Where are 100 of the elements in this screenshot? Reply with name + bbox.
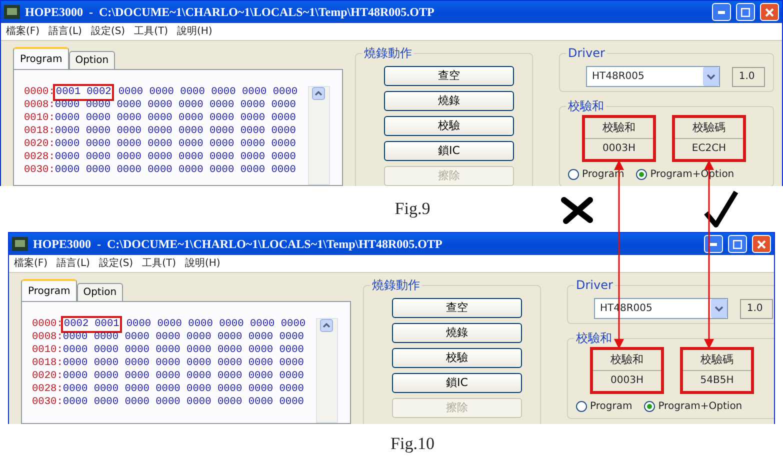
memory-word: 0000	[209, 125, 234, 138]
memory-address: 0020:	[24, 138, 55, 151]
memory-word: 0000	[217, 344, 242, 357]
memory-word: 0000	[186, 331, 212, 344]
memory-address: 0020:	[32, 370, 63, 383]
memory-word: 0000	[279, 370, 304, 383]
memory-word: 0000	[240, 164, 266, 177]
memory-word: 0000	[148, 138, 172, 151]
memory-word: 0000	[86, 164, 111, 177]
memory-word: 0001	[56, 86, 81, 99]
menu-item[interactable]: 設定(S)	[90, 24, 126, 39]
memory-word: 0000	[116, 99, 142, 112]
menu-item[interactable]: 工具(T)	[142, 256, 176, 271]
menu-item[interactable]: 說明(H)	[185, 256, 220, 271]
checksum-value: EC2CH	[690, 142, 728, 156]
memory-word: 0000	[62, 383, 88, 396]
memory-word: 0000	[156, 344, 180, 357]
memory-word: 0000	[271, 112, 296, 125]
close-button[interactable]	[760, 3, 779, 21]
action-button[interactable]: 鎖IC	[392, 373, 522, 393]
action-button[interactable]: 燒錄	[384, 91, 514, 111]
memory-word: 0000	[148, 164, 172, 177]
memory-word: 0000	[116, 151, 142, 164]
action-button[interactable]: 校驗	[392, 348, 522, 368]
action-button[interactable]: 查空	[384, 66, 514, 86]
app-icon	[4, 5, 20, 19]
checksum-label: 校驗碼	[683, 350, 751, 371]
maximize-button[interactable]	[736, 3, 755, 21]
memory-word: 0000	[186, 344, 212, 357]
checksum-label: 校驗碼	[675, 118, 743, 139]
close-button[interactable]	[752, 235, 771, 253]
memory-word: 0000	[209, 138, 234, 151]
memory-word: 0000	[240, 138, 266, 151]
memory-word: 0000	[271, 138, 296, 151]
memory-word: 0000	[116, 164, 142, 177]
memory-word: 0000	[279, 344, 304, 357]
action-button[interactable]: 鎖IC	[384, 141, 514, 161]
scroll-up-icon[interactable]	[312, 87, 326, 100]
app-icon	[12, 237, 28, 251]
memory-word: 0000	[94, 370, 119, 383]
minimize-button[interactable]	[712, 3, 731, 21]
radio-button[interactable]	[568, 169, 579, 180]
scroll-up-icon[interactable]	[320, 319, 334, 332]
tab[interactable]: Option	[69, 51, 115, 69]
memory-word: 0000	[279, 396, 304, 409]
memory-word: 0000	[54, 112, 80, 125]
memory-address: 0000:	[24, 86, 55, 99]
radio-label: Program+Option	[658, 400, 742, 414]
memory-word: 0000	[124, 331, 150, 344]
action-button[interactable]: 燒錄	[392, 323, 522, 343]
minimize-icon	[710, 242, 717, 246]
memory-word: 0000	[186, 396, 212, 409]
memory-word: 0000	[94, 396, 119, 409]
memory-address: 0018:	[32, 357, 63, 370]
menu-item[interactable]: 檔案(F)	[14, 256, 48, 271]
maximize-icon	[741, 8, 750, 16]
radio-option[interactable]: Program	[576, 399, 632, 414]
driver-dropdown[interactable]: HT48R005	[586, 66, 720, 87]
memory-word: 0000	[248, 383, 274, 396]
memory-word: 0000	[178, 151, 204, 164]
memory-word: 0000	[94, 357, 119, 370]
menu-item[interactable]: 設定(S)	[98, 256, 134, 271]
tab[interactable]: Program	[13, 47, 70, 70]
radio-button[interactable]	[636, 169, 648, 180]
action-button[interactable]: 查空	[392, 298, 522, 318]
maximize-icon	[733, 240, 742, 248]
maximize-button[interactable]	[728, 235, 747, 253]
radio-button[interactable]	[644, 401, 656, 412]
scrollbar[interactable]	[308, 86, 330, 185]
menu-item[interactable]: 檔案(F)	[6, 24, 40, 39]
memory-address: 0008:	[32, 331, 63, 344]
memory-word: 0000	[186, 370, 212, 383]
radio-button[interactable]	[576, 401, 587, 412]
menu-item[interactable]: 說明(H)	[177, 24, 212, 39]
tab[interactable]: Option	[77, 283, 123, 301]
menu-item[interactable]: 工具(T)	[134, 24, 168, 39]
tab[interactable]: Program	[21, 279, 78, 302]
memory-word: 0000	[86, 125, 111, 138]
memory-word: 0000	[148, 125, 172, 138]
memory-word: 0000	[124, 396, 150, 409]
memory-word: 0000	[219, 318, 244, 331]
memory-word: 0000	[124, 370, 150, 383]
memory-word: 0000	[217, 370, 242, 383]
memory-word: 0000	[148, 99, 172, 112]
memory-word: 0000	[217, 396, 242, 409]
menu-item[interactable]: 語言(L)	[56, 256, 90, 271]
radio-option[interactable]: Program+Option	[644, 399, 742, 414]
checksum-value: 54B5H	[699, 374, 735, 388]
memory-word: 0000	[240, 99, 266, 112]
scrollbar[interactable]	[316, 318, 338, 423]
memory-word: 0000	[148, 112, 172, 125]
memory-word: 0000	[156, 396, 180, 409]
window-title: HOPE3000 - C:\DOCUME~1\CHARLO~1\LOCALS~1\Temp\HT48R005.OTP	[33, 236, 444, 253]
memory-word: 0000	[116, 125, 142, 138]
menu-item[interactable]: 語言(L)	[48, 24, 82, 39]
action-button[interactable]: 校驗	[384, 116, 514, 136]
group-title: 燒錄動作	[362, 45, 414, 61]
minimize-button[interactable]	[704, 235, 723, 253]
memory-word: 0000	[86, 112, 111, 125]
group-title: 燒錄動作	[370, 277, 422, 293]
